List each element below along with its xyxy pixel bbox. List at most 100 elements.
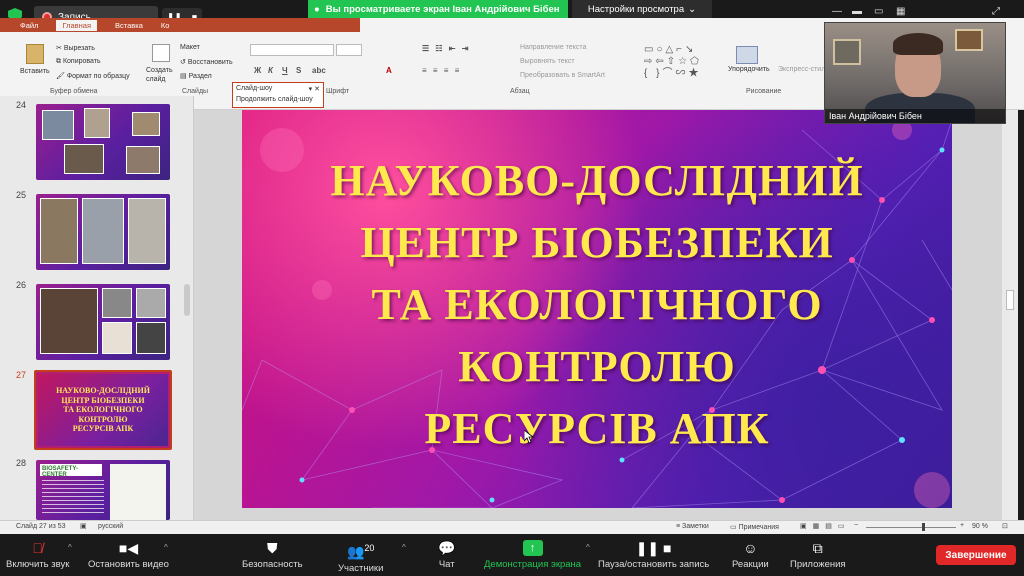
comments-label: Примечания: [738, 524, 779, 531]
reactions-button[interactable]: ☺ Реакции: [732, 540, 769, 570]
slideshow-popup[interactable]: Слайд-шоу ▾ ✕ Продолжить слайд-шоу: [232, 82, 324, 108]
slide-title[interactable]: НАУКОВО-ДОСЛІДНИЙ ЦЕНТР БІОБЕЗПЕКИ ТА ЕК…: [242, 150, 952, 460]
fit-slide-icon[interactable]: ⊡: [1002, 522, 1008, 530]
resume-slideshow-link[interactable]: Продолжить слайд-шоу: [236, 96, 320, 103]
gallery-grid-icon[interactable]: ▦: [896, 6, 905, 17]
slide-title-line: ТА ЕКОЛОГІЧНОГО: [371, 280, 823, 329]
current-slide[interactable]: НАУКОВО-ДОСЛІДНИЙ ЦЕНТР БІОБЕЗПЕКИ ТА ЕК…: [242, 110, 952, 508]
font-color-button[interactable]: A: [386, 66, 392, 75]
slide-scroll-thumb[interactable]: [1006, 290, 1014, 310]
speaker-view-icon[interactable]: ▬: [852, 6, 862, 17]
participants-count: 20: [364, 543, 375, 553]
security-label: Безопасность: [242, 559, 303, 570]
view-options-label: Настройки просмотра: [587, 3, 685, 15]
notes-button[interactable]: ≡ Заметки: [676, 523, 709, 530]
tab-design[interactable]: Ко: [161, 21, 170, 30]
thumb-text-block: [42, 480, 104, 516]
strikethrough-button[interactable]: abc: [312, 66, 326, 75]
slide-thumbnail-28[interactable]: BIOSAFETY-CENTER: [36, 460, 170, 520]
arrange-button[interactable]: Упорядочить: [728, 66, 770, 73]
view-options-button[interactable]: Настройки просмотра ⌄: [572, 0, 712, 18]
thumbnail-scroll-thumb[interactable]: [184, 284, 190, 316]
apps-button[interactable]: ⧉ Приложения: [790, 540, 846, 570]
tab-home[interactable]: Главная: [56, 19, 97, 31]
drawing-group-label: Рисование: [746, 88, 782, 95]
slide-scrollbar[interactable]: [1002, 110, 1018, 520]
stop-video-button[interactable]: ■◀ Остановить видео: [88, 540, 169, 570]
copy-icon: ⧉: [56, 58, 63, 65]
zoom-level[interactable]: 90 %: [972, 523, 988, 530]
section-button[interactable]: ▤ Раздел: [180, 72, 212, 80]
pause-record-button[interactable]: ❚❚ ■ Пауза/остановить запись: [598, 540, 709, 570]
gallery-strip-icon[interactable]: ▭: [874, 6, 883, 17]
expand-icon[interactable]: ⤢: [992, 6, 1000, 17]
align-text-button[interactable]: Выровнять текст: [520, 58, 575, 65]
shield-icon: ⛊: [267, 540, 278, 556]
new-slide-icon[interactable]: [152, 44, 170, 62]
slide-thumbnail-24[interactable]: [36, 104, 170, 180]
new-slide-button[interactable]: Создать слайд: [146, 66, 178, 84]
tab-insert[interactable]: Вставка: [115, 21, 143, 30]
thumb-number: 25: [16, 190, 27, 200]
reset-button[interactable]: ↺ Восстановить: [180, 58, 233, 66]
slide-title-line: ЦЕНТР БІОБЕЗПЕКИ: [360, 218, 834, 267]
quick-styles-button[interactable]: Экспресс-стили: [778, 66, 829, 73]
security-button[interactable]: ⛊ Безопасность: [242, 540, 303, 570]
thumb-number: 24: [16, 100, 27, 110]
chevron-up-icon[interactable]: ^: [164, 543, 168, 552]
font-name-box[interactable]: [250, 44, 334, 56]
zoom-slider-thumb[interactable]: [922, 523, 925, 531]
list-buttons[interactable]: ☰ ☷ ⇤ ⇥: [422, 44, 470, 53]
scissors-icon: ✂: [56, 45, 64, 52]
minimize-video-icon[interactable]: —: [832, 6, 842, 17]
shapes-gallery[interactable]: ▭○△⌐↘ ⇨⇦⇧☆⬠{ }⌒∽★: [644, 44, 724, 80]
tab-file[interactable]: Файл: [20, 21, 38, 30]
cut-button[interactable]: ✂ Вырезать: [56, 44, 95, 52]
mute-button[interactable]: 🎙̸ Включить звук: [6, 540, 69, 570]
status-bar: Слайд 27 из 53 ▣ русский ≡ Заметки ▭ При…: [0, 520, 1024, 534]
zoom-in-icon[interactable]: +: [960, 522, 964, 529]
layout-button[interactable]: Макет: [180, 44, 200, 51]
presenter-video[interactable]: Іван Андрійович Бібен: [824, 22, 1006, 124]
paragraph-group-label: Абзац: [510, 88, 530, 95]
chevron-up-icon[interactable]: ^: [402, 543, 406, 552]
zoom-slider[interactable]: [866, 527, 956, 528]
slide-thumbnail-27[interactable]: НАУКОВО-ДОСЛІДНИЙ ЦЕНТР БІОБЕЗПЕКИ ТА ЕК…: [34, 370, 172, 450]
copy-button[interactable]: ⧉ Копировать: [56, 58, 101, 66]
end-meeting-button[interactable]: Завершение: [936, 545, 1016, 565]
pause-stop-icon: ❚❚ ■: [635, 540, 672, 556]
thumb-title-line: ЦЕНТР БІОБЕЗПЕКИ: [61, 395, 145, 405]
align-buttons[interactable]: ≡ ≡ ≡ ≡: [422, 66, 461, 75]
participants-button[interactable]: 👥20 Участники: [338, 540, 383, 574]
close-icon[interactable]: ▾ ✕: [309, 85, 320, 93]
chevron-up-icon[interactable]: ^: [68, 543, 72, 552]
notes-label: Заметки: [682, 523, 709, 530]
spellcheck-icon[interactable]: ▣: [80, 522, 87, 530]
thumb-number: 26: [16, 280, 27, 290]
slide-title-line: РЕСУРСІВ АПК: [424, 404, 770, 453]
paste-button[interactable]: Вставить: [20, 68, 50, 75]
arrange-icon[interactable]: [736, 46, 758, 64]
share-banner-text: Вы просматриваете экран Іван Андрійович …: [325, 3, 560, 15]
font-size-box[interactable]: [336, 44, 362, 56]
italic-button[interactable]: К: [268, 66, 273, 75]
convert-smartart-button[interactable]: Преобразовать в SmartArt: [520, 72, 605, 79]
zoom-out-icon[interactable]: −: [854, 522, 858, 529]
stop-video-label: Остановить видео: [88, 559, 169, 570]
chevron-up-icon[interactable]: ^: [586, 543, 590, 552]
language-indicator[interactable]: русский: [98, 523, 123, 530]
comments-button[interactable]: ▭ Примечания: [730, 523, 779, 531]
share-screen-button[interactable]: ↑ Демонстрация экрана: [484, 540, 581, 570]
underline-button[interactable]: Ч: [282, 66, 288, 75]
paste-icon[interactable]: [26, 44, 44, 64]
share-screen-label: Демонстрация экрана: [484, 559, 582, 570]
text-direction-button[interactable]: Направление текста: [520, 44, 586, 51]
slide-thumbnail-25[interactable]: [36, 194, 170, 270]
slide-thumbnail-26[interactable]: [36, 284, 170, 360]
bold-button[interactable]: Ж: [254, 66, 261, 75]
chat-button[interactable]: 💬 Чат: [438, 540, 455, 570]
format-painter-button[interactable]: 🖌 Формат по образцу: [56, 72, 130, 80]
font-group-label: Шрифт: [326, 88, 350, 95]
shadow-button[interactable]: S: [296, 66, 301, 75]
view-buttons[interactable]: ▣▦▤▭: [800, 522, 850, 530]
